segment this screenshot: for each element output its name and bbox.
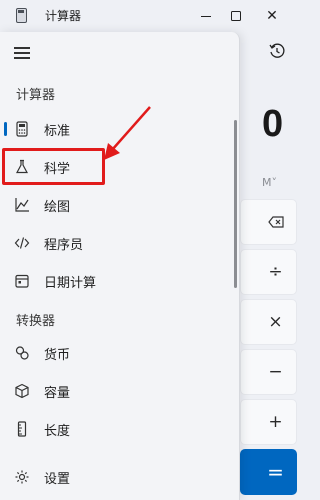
annotation-arrow-icon [104,106,151,160]
